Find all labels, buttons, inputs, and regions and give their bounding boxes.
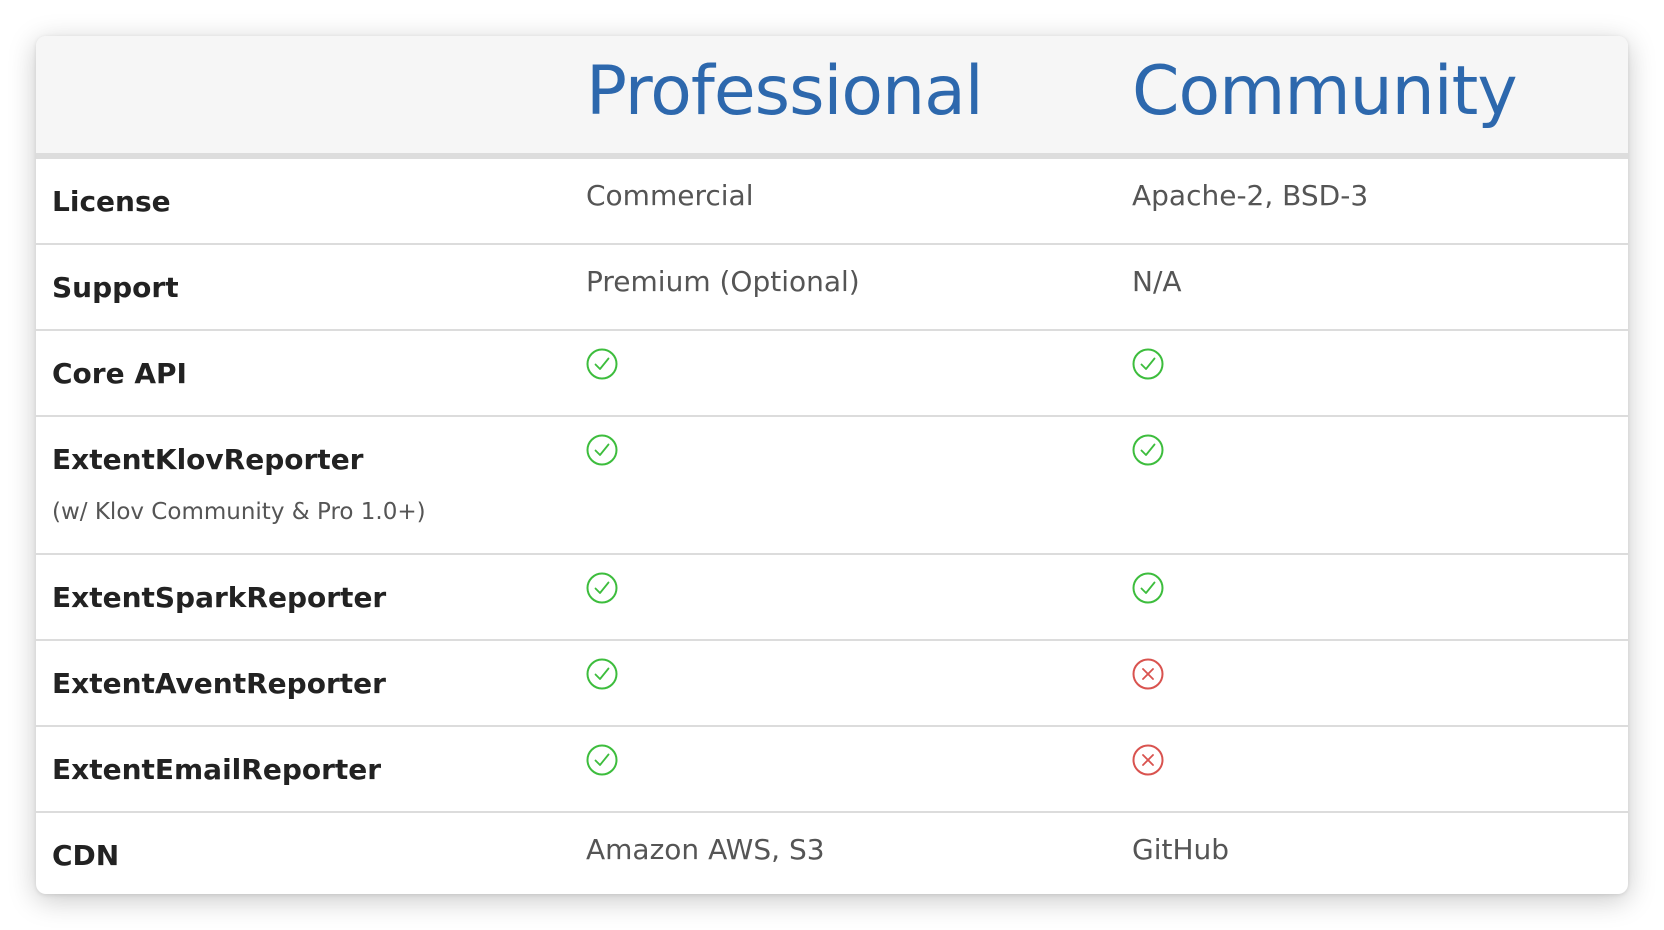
table-row-spark-reporter: ExtentSparkReporter xyxy=(36,555,1628,641)
check-icon xyxy=(585,347,619,381)
feature-note: (w/ Klov Community & Pro 1.0+) xyxy=(52,499,426,525)
feature-label: Core API xyxy=(52,357,187,390)
feature-label: Support xyxy=(52,271,179,304)
table-row-cdn: CDN Amazon AWS, S3 GitHub xyxy=(36,813,1628,894)
check-icon xyxy=(585,571,619,605)
community-value: Apache-2, BSD-3 xyxy=(1132,179,1369,212)
table-row-email-reporter: ExtentEmailReporter xyxy=(36,727,1628,813)
feature-label: ExtentKlovReporter xyxy=(52,443,364,476)
professional-value: Premium (Optional) xyxy=(586,265,860,298)
professional-column-title: Professional xyxy=(586,52,984,131)
feature-label: License xyxy=(52,185,171,218)
comparison-table: Professional Community License Commercia… xyxy=(36,36,1628,894)
table-header: Professional Community xyxy=(36,36,1628,159)
feature-label: ExtentSparkReporter xyxy=(52,581,387,614)
check-icon xyxy=(1131,433,1165,467)
community-value: GitHub xyxy=(1132,833,1230,866)
cross-icon xyxy=(1131,743,1165,777)
check-icon xyxy=(1131,571,1165,605)
check-icon xyxy=(585,743,619,777)
table-row-core-api: Core API xyxy=(36,331,1628,417)
table-row-klov-reporter: ExtentKlovReporter (w/ Klov Community & … xyxy=(36,417,1628,555)
table-row-avent-reporter: ExtentAventReporter xyxy=(36,641,1628,727)
feature-label: CDN xyxy=(52,839,120,872)
check-icon xyxy=(1131,347,1165,381)
check-icon xyxy=(585,433,619,467)
feature-label: ExtentAventReporter xyxy=(52,667,386,700)
table-row-license: License Commercial Apache-2, BSD-3 xyxy=(36,159,1628,245)
feature-label: ExtentEmailReporter xyxy=(52,753,382,786)
table-row-support: Support Premium (Optional) N/A xyxy=(36,245,1628,331)
check-icon xyxy=(585,657,619,691)
cross-icon xyxy=(1131,657,1165,691)
professional-value: Commercial xyxy=(586,179,754,212)
community-column-title: Community xyxy=(1132,52,1518,131)
professional-value: Amazon AWS, S3 xyxy=(586,833,825,866)
community-value: N/A xyxy=(1132,265,1182,298)
